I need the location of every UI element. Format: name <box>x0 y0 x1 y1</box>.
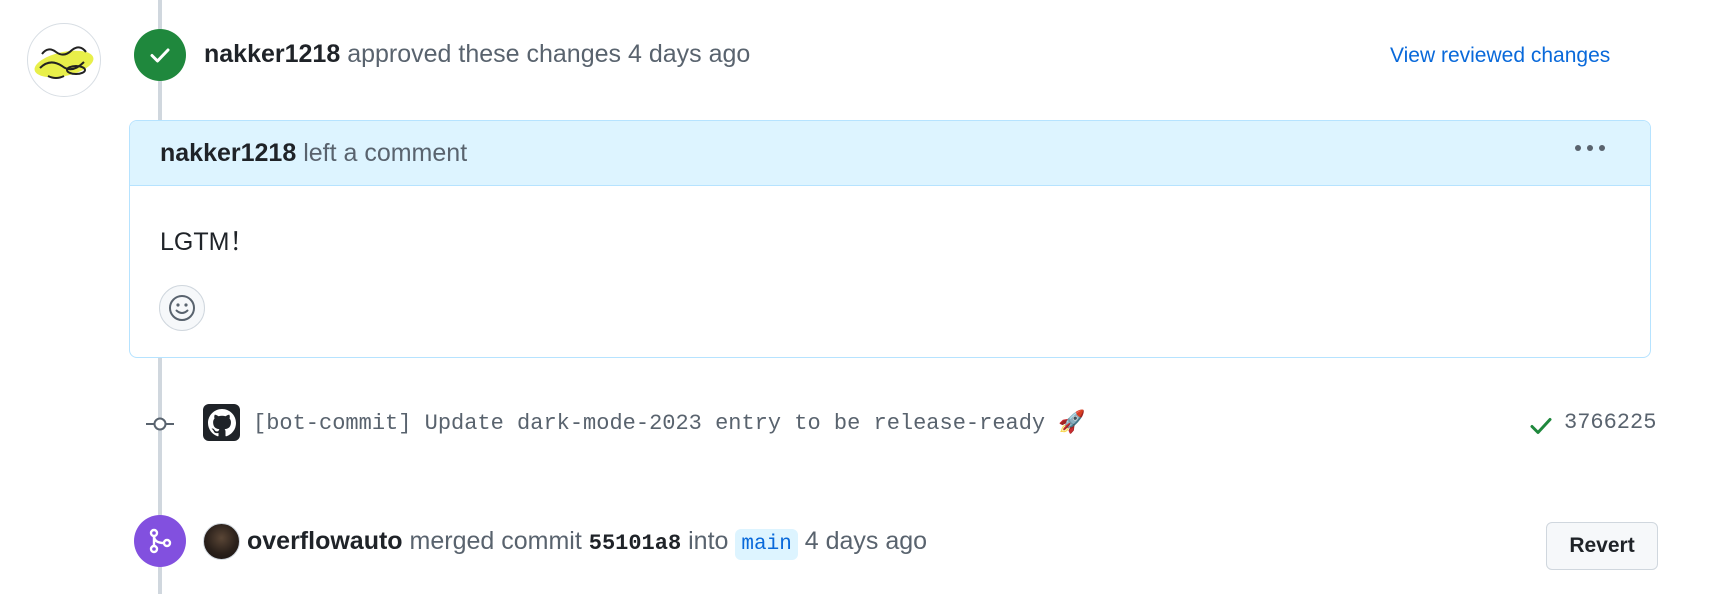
git-merge-icon <box>149 528 172 554</box>
add-reaction-button[interactable] <box>159 285 205 331</box>
revert-button[interactable]: Revert <box>1546 522 1658 570</box>
merged-badge <box>134 515 186 567</box>
smiley-icon <box>169 295 195 321</box>
review-comment-box: nakker1218 left a comment LGTM！ <box>129 120 1651 358</box>
view-reviewed-changes-link[interactable]: View reviewed changes <box>1390 44 1610 68</box>
approved-badge <box>134 29 186 81</box>
merge-action-text: merged commit <box>409 527 582 555</box>
comment-author-link[interactable]: nakker1218 <box>160 139 296 167</box>
commit-message-link[interactable]: [bot-commit] Update dark-mode-2023 entry… <box>253 410 1086 436</box>
comment-header: nakker1218 left a comment <box>130 121 1650 186</box>
merge-summary: overflowauto merged commit 55101a8 into … <box>247 527 927 560</box>
kebab-horizontal-icon[interactable] <box>1575 145 1605 151</box>
reviewer-avatar[interactable] <box>27 23 101 97</box>
merger-avatar[interactable] <box>203 523 240 560</box>
reviewer-name-link[interactable]: nakker1218 <box>204 40 340 68</box>
merger-name-link[interactable]: overflowauto <box>247 527 403 555</box>
github-logo-icon[interactable] <box>203 404 240 441</box>
comment-author-line: nakker1218 left a comment <box>160 139 467 168</box>
comment-body: LGTM！ <box>160 228 255 256</box>
user-avatar-icon <box>34 46 94 79</box>
merge-time[interactable]: 4 days ago <box>805 527 927 555</box>
merge-into-text: into <box>688 527 729 555</box>
check-icon[interactable] <box>1528 413 1554 439</box>
review-summary: nakker1218 approved these changes 4 days… <box>204 40 750 69</box>
commit-sha-link[interactable]: 3766225 <box>1564 410 1656 435</box>
comment-action-text: left a comment <box>303 139 468 167</box>
review-time[interactable]: 4 days ago <box>628 40 750 68</box>
review-action-text: approved these changes <box>347 40 622 68</box>
merge-commit-link[interactable]: 55101a8 <box>589 531 681 556</box>
git-commit-icon <box>146 417 174 431</box>
check-icon <box>150 48 170 63</box>
branch-tag[interactable]: main <box>735 529 798 560</box>
